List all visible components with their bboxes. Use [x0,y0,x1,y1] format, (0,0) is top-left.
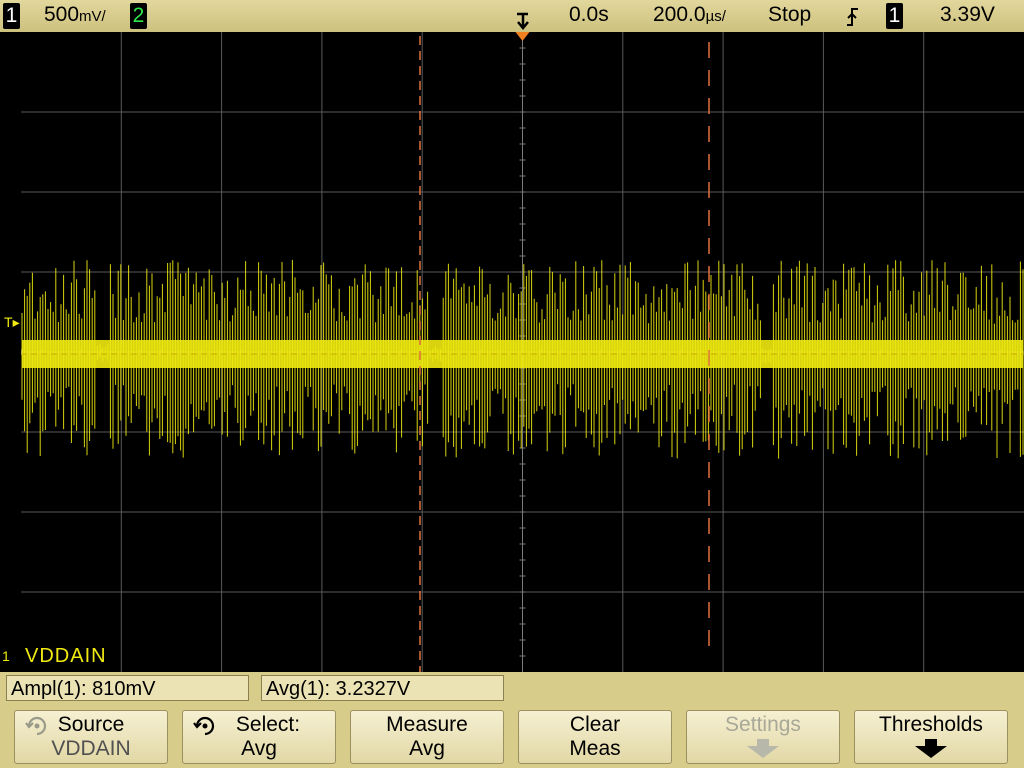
rising-edge-icon [845,6,861,34]
trigger-source-indicator[interactable]: 1 [886,3,903,29]
status-bar: 1 500mV/ 2 0.0s 200.0µs/ Stop 1 3.39V [0,0,1024,33]
softkey-bar: Source VDDAIN Select: Avg Measure Avg Cl… [0,708,1024,768]
source-softkey[interactable]: Source VDDAIN [14,710,168,764]
trigger-level-marker: T▸ [4,314,20,330]
clear-meas-softkey[interactable]: Clear Meas [518,710,672,764]
run-state: Stop [768,3,812,26]
measure-softkey[interactable]: Measure Avg [350,710,504,764]
channel2-indicator[interactable]: 2 [130,3,147,29]
select-value: Avg [241,737,277,760]
timebase-unit: µs/ [705,8,726,25]
channel1-label: VDDAIN [25,645,107,667]
channel1-scale[interactable]: 500mV/ [44,3,106,27]
submenu-down-arrow-icon [687,739,839,765]
channel1-scale-value: 500 [44,3,80,26]
waveform-display[interactable] [21,32,1024,672]
clear-label-line2: Meas [569,737,621,760]
ground-marker: 1 [2,648,10,664]
trigger-position-marker [515,32,530,41]
amplitude-measurement: Ampl(1): 810mV [6,675,249,701]
settings-softkey[interactable]: Settings [686,710,840,764]
channel1-scale-unit: mV/ [79,8,106,25]
measurement-bar: Ampl(1): 810mV Avg(1): 3.2327V [0,672,1024,708]
measure-label: Measure [386,713,468,736]
timebase-scale[interactable]: 200.0µs/ [653,3,726,27]
clear-label-line1: Clear [569,713,621,736]
select-softkey[interactable]: Select: Avg [182,710,336,764]
trigger-level[interactable]: 3.39V [940,3,995,27]
thresholds-softkey[interactable]: Thresholds [854,710,1008,764]
rotate-knob-icon [25,714,49,738]
submenu-down-arrow-icon [855,739,1007,765]
rotate-knob-icon [193,714,217,738]
waveform-canvas [21,32,1024,672]
screen-left-margin: T▸ 1 [0,32,21,672]
settings-label: Settings [725,713,801,736]
average-measurement: Avg(1): 3.2327V [261,675,504,701]
measure-value: Avg [409,737,445,760]
timebase-value: 200.0 [653,3,706,26]
channel1-indicator[interactable]: 1 [3,3,20,29]
time-reference[interactable]: 0.0s [569,3,609,27]
source-value: VDDAIN [51,737,131,760]
thresholds-label: Thresholds [879,713,983,736]
